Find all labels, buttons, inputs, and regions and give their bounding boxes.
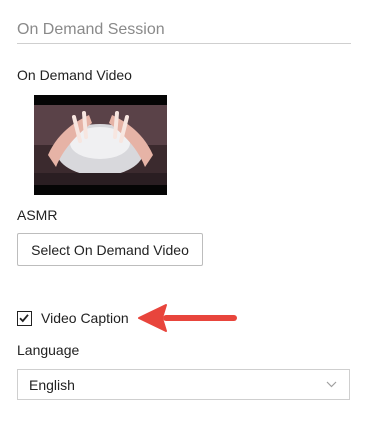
select-on-demand-video-button[interactable]: Select On Demand Video — [17, 233, 203, 266]
language-label: Language — [17, 342, 80, 358]
video-caption-label: Video Caption — [41, 310, 129, 326]
checkmark-icon — [19, 314, 29, 323]
language-select[interactable]: English — [17, 369, 350, 400]
video-thumbnail — [34, 95, 167, 195]
chevron-down-icon — [326, 381, 337, 388]
on-demand-video-label: On Demand Video — [17, 67, 132, 83]
video-name: ASMR — [17, 207, 58, 223]
divider — [17, 43, 351, 44]
red-arrow-icon — [138, 304, 237, 332]
language-selected-value: English — [29, 377, 75, 393]
video-caption-checkbox[interactable] — [17, 311, 32, 326]
session-title: On Demand Session — [17, 21, 165, 38]
